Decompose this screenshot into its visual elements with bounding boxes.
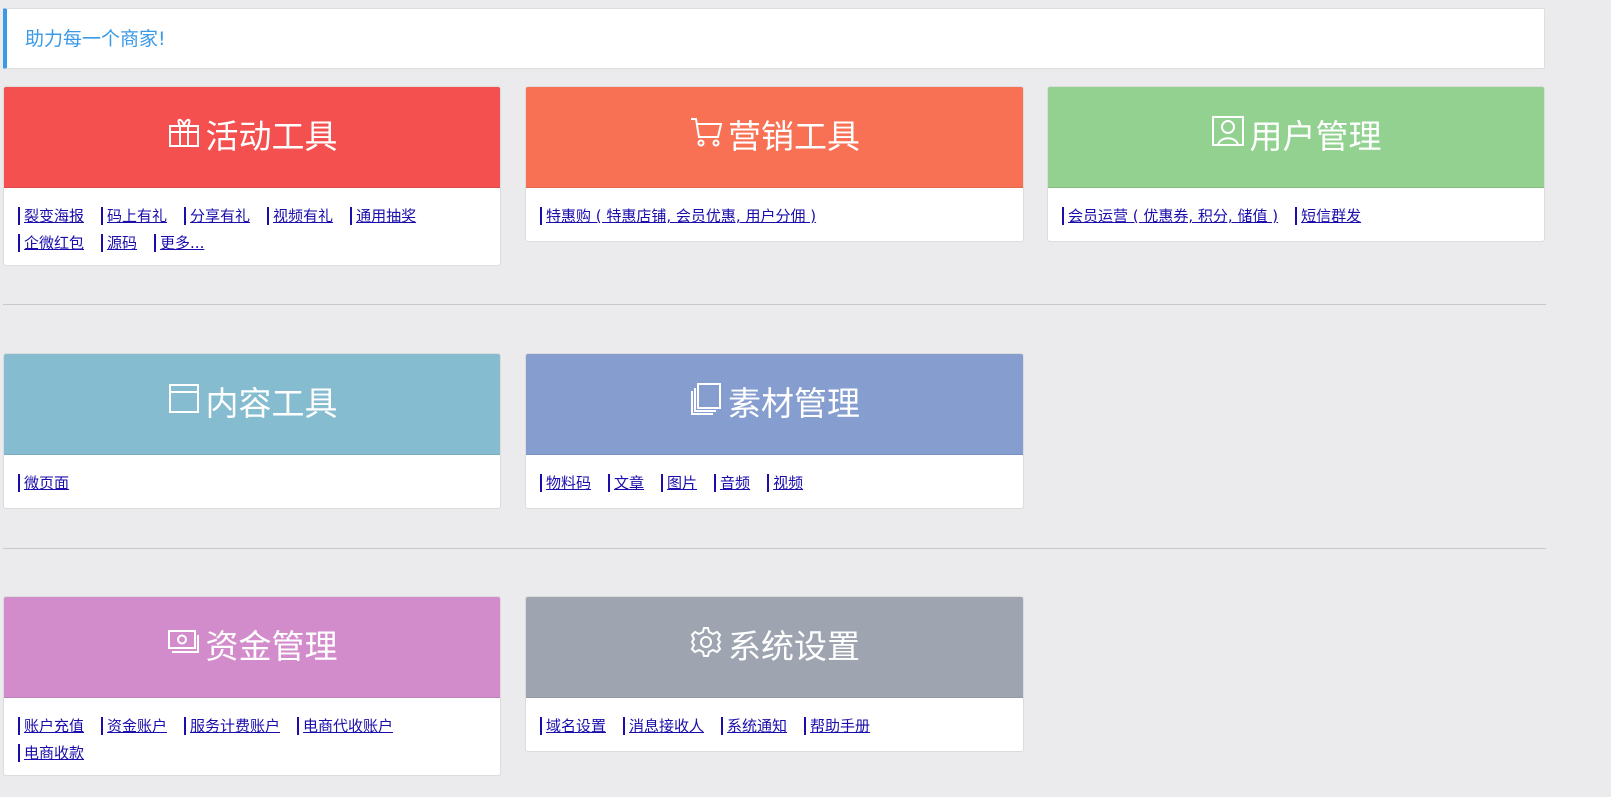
card-header: 营销工具 <box>526 87 1023 188</box>
card-links: 账户充值 资金账户 服务计费账户 电商代收账户电商收款 <box>4 698 500 775</box>
cart-icon <box>689 118 728 153</box>
gift-icon <box>167 118 206 153</box>
card-activity-tools: 活动工具 裂变海报 码上有礼 分享有礼 视频有礼 通用抽奖企微红包 源码 更多... <box>3 86 501 266</box>
card-header: 素材管理 <box>526 354 1023 455</box>
section-divider <box>3 548 1546 549</box>
link-member-operations[interactable]: 会员运营 ( 优惠券, 积分, 储值 ) <box>1062 207 1278 225</box>
card-links: 裂变海报 码上有礼 分享有礼 视频有礼 通用抽奖企微红包 源码 更多... <box>4 188 500 265</box>
welcome-banner: 助力每一个商家! <box>3 8 1545 69</box>
card-links: 特惠购 ( 特惠店铺, 会员优惠, 用户分佣 ) <box>526 188 1023 239</box>
card-title: 用户管理 <box>1249 117 1382 156</box>
link-video[interactable]: 视频 <box>767 474 803 492</box>
link-system-notifications[interactable]: 系统通知 <box>721 717 787 735</box>
card-content-tools: 内容工具 微页面 <box>3 353 501 509</box>
link-source-code[interactable]: 源码 <box>101 234 137 252</box>
card-title: 活动工具 <box>205 117 338 156</box>
link-more[interactable]: 更多... <box>154 234 204 252</box>
user-icon <box>1211 116 1250 153</box>
gear-icon <box>689 627 728 663</box>
card-system-settings: 系统设置 域名设置 消息接收人 系统通知 帮助手册 <box>525 596 1024 752</box>
money-icon <box>167 630 206 663</box>
link-domain-settings[interactable]: 域名设置 <box>540 717 606 735</box>
card-user-management: 用户管理 会员运营 ( 优惠券, 积分, 储值 ) 短信群发 <box>1047 86 1545 242</box>
link-share-gift[interactable]: 分享有礼 <box>184 207 250 225</box>
link-wecom-redpacket[interactable]: 企微红包 <box>18 234 84 252</box>
card-title: 资金管理 <box>205 627 338 666</box>
card-fund-management: 资金管理 账户充值 资金账户 服务计费账户 电商代收账户电商收款 <box>3 596 501 776</box>
card-links: 物料码 文章 图片 音频 视频 <box>526 455 1023 506</box>
link-sms-broadcast[interactable]: 短信群发 <box>1295 207 1361 225</box>
card-material-management: 素材管理 物料码 文章 图片 音频 视频 <box>525 353 1024 509</box>
card-header: 用户管理 <box>1048 87 1544 188</box>
card-links: 域名设置 消息接收人 系统通知 帮助手册 <box>526 698 1023 749</box>
card-header: 系统设置 <box>526 597 1023 698</box>
link-image[interactable]: 图片 <box>661 474 697 492</box>
link-ecommerce-collection-account[interactable]: 电商代收账户 <box>297 717 393 735</box>
card-title: 素材管理 <box>728 384 860 423</box>
link-lottery[interactable]: 通用抽奖 <box>350 207 416 225</box>
link-video-gift[interactable]: 视频有礼 <box>267 207 333 225</box>
card-links: 微页面 <box>4 455 500 506</box>
banner-text: 助力每一个商家! <box>25 28 166 50</box>
link-fission-poster[interactable]: 裂变海报 <box>18 207 84 225</box>
link-fund-account[interactable]: 资金账户 <box>101 717 167 735</box>
section-divider <box>3 304 1546 305</box>
card-header: 内容工具 <box>4 354 500 455</box>
link-account-recharge[interactable]: 账户充值 <box>18 717 84 735</box>
copy-icon <box>689 383 728 420</box>
link-article[interactable]: 文章 <box>608 474 644 492</box>
link-audio[interactable]: 音频 <box>714 474 750 492</box>
card-header: 资金管理 <box>4 597 500 698</box>
card-links: 会员运营 ( 优惠券, 积分, 储值 ) 短信群发 <box>1048 188 1544 239</box>
link-message-recipients[interactable]: 消息接收人 <box>623 717 704 735</box>
card-marketing-tools: 营销工具 特惠购 ( 特惠店铺, 会员优惠, 用户分佣 ) <box>525 86 1024 242</box>
link-special-offer[interactable]: 特惠购 ( 特惠店铺, 会员优惠, 用户分佣 ) <box>540 207 816 225</box>
card-title: 内容工具 <box>205 384 338 423</box>
link-material-code[interactable]: 物料码 <box>540 474 591 492</box>
card-title: 营销工具 <box>728 117 860 156</box>
link-service-billing-account[interactable]: 服务计费账户 <box>184 717 280 735</box>
link-micro-page[interactable]: 微页面 <box>18 474 69 492</box>
link-qr-gift[interactable]: 码上有礼 <box>101 207 167 225</box>
link-ecommerce-payment[interactable]: 电商收款 <box>18 744 84 762</box>
link-help-manual[interactable]: 帮助手册 <box>804 717 870 735</box>
window-icon <box>167 384 206 420</box>
card-header: 活动工具 <box>4 87 500 188</box>
card-title: 系统设置 <box>728 627 860 666</box>
